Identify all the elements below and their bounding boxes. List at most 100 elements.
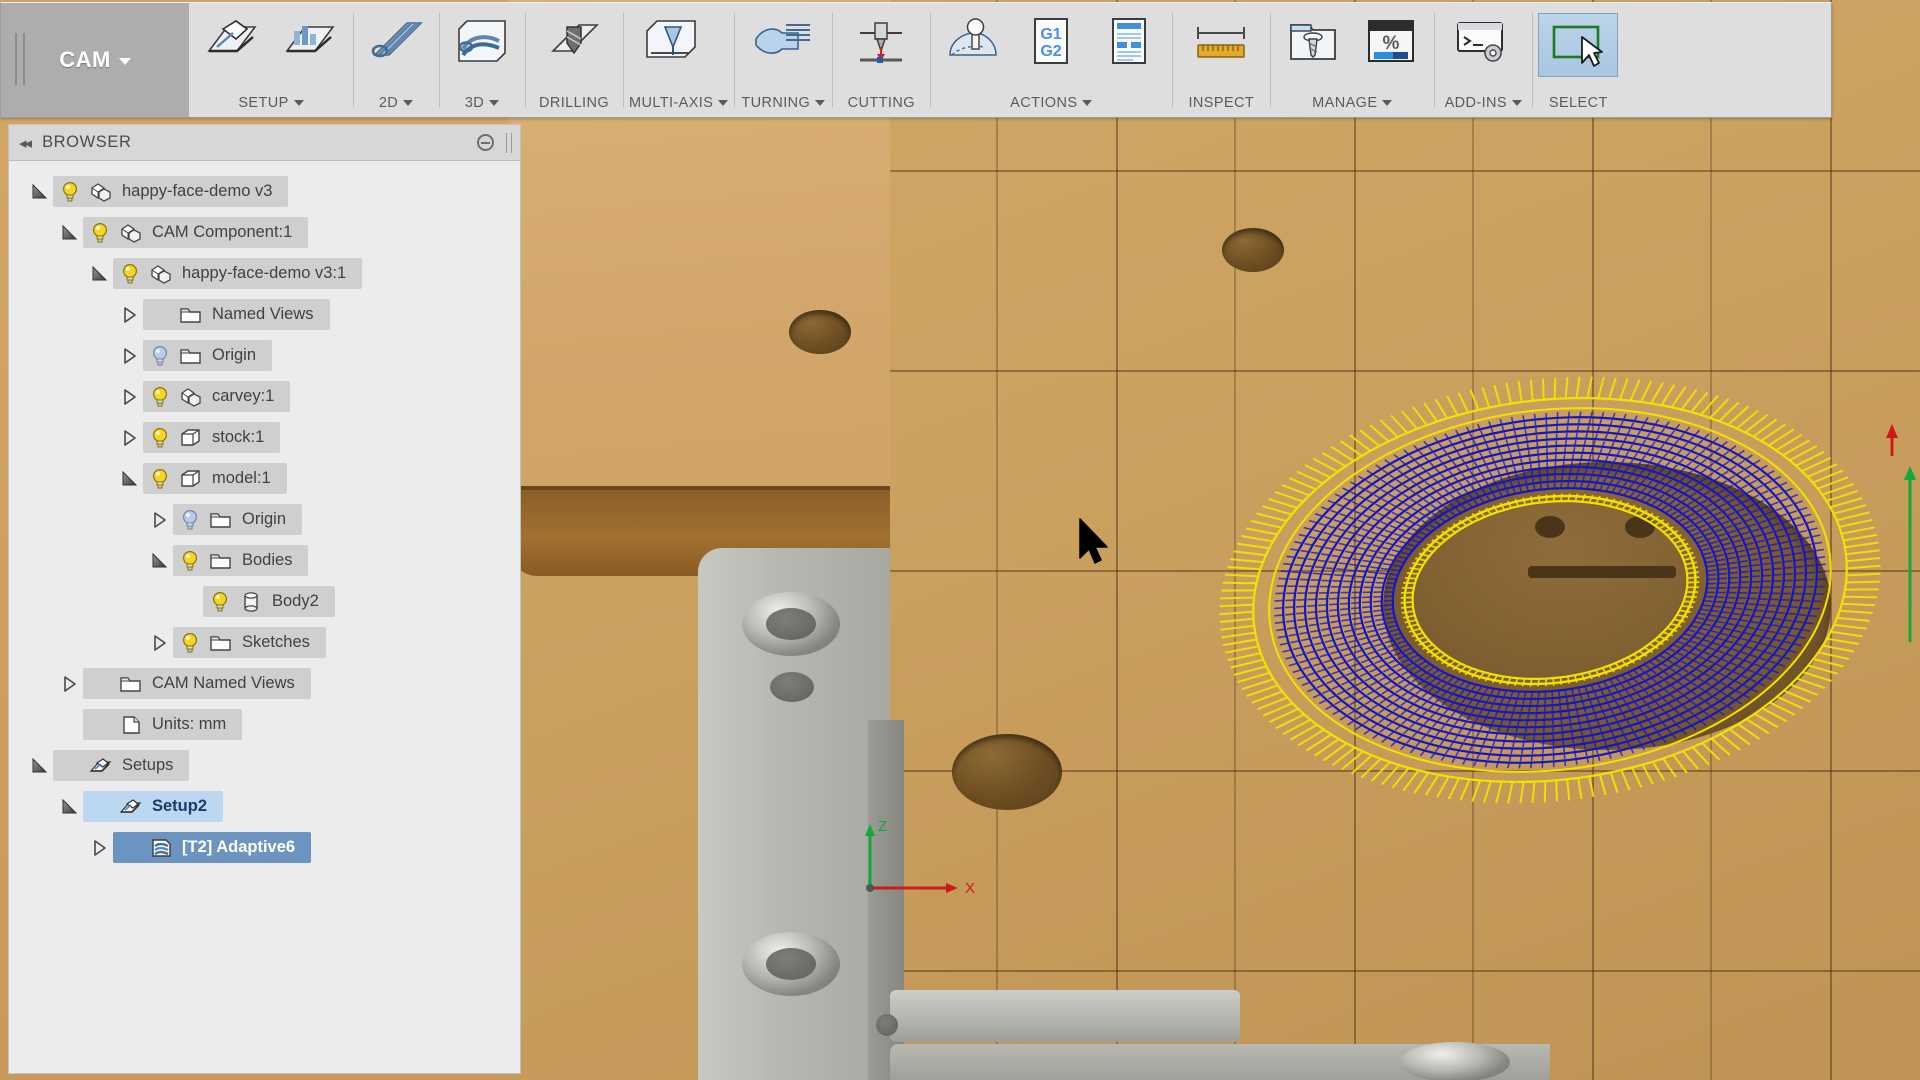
- tree-node[interactable]: CAM Named Views: [9, 663, 520, 704]
- toolbar-group-label: SELECT: [1538, 95, 1618, 113]
- select-tool-button[interactable]: [1538, 13, 1618, 77]
- tree-node-chip[interactable]: happy-face-demo v3:1: [113, 258, 362, 289]
- tree-node-chip[interactable]: Bodies: [173, 545, 308, 576]
- tree-node-chip[interactable]: CAM Component:1: [83, 217, 308, 248]
- turning-button[interactable]: [740, 9, 826, 65]
- cutting-button[interactable]: [838, 9, 924, 65]
- tree-node-chip-selected[interactable]: [T2] Adaptive6: [113, 832, 311, 863]
- tool-library-button[interactable]: [1276, 9, 1350, 65]
- tree-node-chip[interactable]: Setups: [53, 750, 189, 781]
- tree-node[interactable]: Setups: [9, 745, 520, 786]
- tree-node[interactable]: CAM Component:1: [9, 212, 520, 253]
- toolbar-group-label: INSPECT: [1178, 95, 1264, 113]
- drilling-button[interactable]: [531, 9, 617, 65]
- tree-node-chip[interactable]: Body2: [203, 586, 335, 617]
- tree-node[interactable]: model:1: [9, 458, 520, 499]
- fusion-cam-window: Z X CAM: [0, 0, 1920, 1080]
- tree-twisty-expanded-icon[interactable]: [57, 798, 83, 816]
- tree-twisty-collapsed-icon[interactable]: [147, 511, 173, 529]
- scripts-addins-button[interactable]: [1440, 9, 1526, 65]
- tree-twisty-expanded-icon[interactable]: [27, 757, 53, 775]
- tree-twisty-collapsed-icon[interactable]: [57, 675, 83, 693]
- 3d-toolpath-icon: [453, 17, 511, 65]
- collapse-left-icon[interactable]: ◂◂: [19, 134, 30, 152]
- light-bulb-on-icon[interactable]: [150, 386, 170, 408]
- tree-node[interactable]: Setup2: [9, 786, 520, 827]
- document-icon: [119, 714, 143, 736]
- light-bulb-on-icon[interactable]: [210, 591, 230, 613]
- tree-twisty-collapsed-icon[interactable]: [87, 839, 113, 857]
- tree-node-label: Origin: [242, 510, 286, 529]
- toolbar-group-cutting: CUTTING: [832, 3, 930, 117]
- tree-twisty-expanded-icon[interactable]: [87, 265, 113, 283]
- tree-node-chip[interactable]: Named Views: [143, 299, 330, 330]
- tree-node[interactable]: happy-face-demo v3: [9, 171, 520, 212]
- tree-twisty-collapsed-icon[interactable]: [117, 388, 143, 406]
- tree-node-label: CAM Component:1: [152, 223, 292, 242]
- tree-node-chip[interactable]: Origin: [173, 504, 302, 535]
- light-bulb-on-icon[interactable]: [120, 263, 140, 285]
- toolbar-group-multi-axis: MULTI-AXIS: [623, 3, 734, 117]
- tree-twisty-expanded-icon[interactable]: [147, 552, 173, 570]
- tree-node-chip[interactable]: carvey:1: [143, 381, 290, 412]
- folder-icon: [209, 632, 233, 654]
- workspace-switcher[interactable]: CAM: [1, 3, 189, 117]
- tree-node-chip[interactable]: Units: mm: [83, 709, 242, 740]
- percent-glyph: %: [1383, 33, 1400, 54]
- tree-node[interactable]: Named Views: [9, 294, 520, 335]
- tree-node[interactable]: Origin: [9, 499, 520, 540]
- tree-twisty-collapsed-icon[interactable]: [117, 347, 143, 365]
- tree-node-label: Setup2: [152, 797, 207, 816]
- new-folder-button[interactable]: [273, 9, 347, 65]
- tree-node[interactable]: stock:1: [9, 417, 520, 458]
- tree-twisty-collapsed-icon[interactable]: [147, 634, 173, 652]
- tree-twisty-expanded-icon[interactable]: [117, 470, 143, 488]
- light-bulb-on-icon[interactable]: [60, 181, 80, 203]
- chevron-down-icon: [1382, 100, 1392, 106]
- tree-node[interactable]: Body2: [9, 581, 520, 622]
- tree-node[interactable]: carvey:1: [9, 376, 520, 417]
- browser-options-icon[interactable]: [477, 134, 494, 151]
- toolpath-operation-icon: [149, 837, 173, 859]
- light-bulb-on-icon[interactable]: [150, 468, 170, 490]
- tree-twisty-expanded-icon[interactable]: [27, 183, 53, 201]
- 3d-toolpath-button[interactable]: [445, 9, 519, 65]
- tree-node[interactable]: Units: mm: [9, 704, 520, 745]
- light-bulb-on-icon[interactable]: [150, 427, 170, 449]
- tree-twisty-expanded-icon[interactable]: [57, 224, 83, 242]
- tree-node-chip-selected[interactable]: Setup2: [83, 791, 223, 822]
- 2d-toolpath-button[interactable]: [359, 9, 433, 65]
- tree-node-chip[interactable]: Origin: [143, 340, 272, 371]
- measure-button[interactable]: [1178, 9, 1264, 65]
- toolbar-group-label: SETUP: [195, 95, 347, 113]
- light-bulb-off-icon[interactable]: [150, 345, 170, 367]
- folder-icon: [179, 345, 203, 367]
- new-setup-button[interactable]: [195, 9, 269, 65]
- machining-time-button[interactable]: %: [1354, 9, 1428, 65]
- tree-node-chip[interactable]: stock:1: [143, 422, 280, 453]
- fixture-arm-hole: [1400, 1042, 1510, 1080]
- tree-node-chip[interactable]: happy-face-demo v3: [53, 176, 288, 207]
- tree-twisty-collapsed-icon[interactable]: [117, 306, 143, 324]
- tree-node-chip[interactable]: model:1: [143, 463, 287, 494]
- toolbar-group-label: MULTI-AXIS: [629, 95, 728, 113]
- tree-twisty-collapsed-icon[interactable]: [117, 429, 143, 447]
- tree-node[interactable]: Origin: [9, 335, 520, 376]
- simulate-button[interactable]: [936, 9, 1010, 65]
- browser-resize-grip[interactable]: [506, 133, 512, 153]
- post-icon-line2: G2: [1041, 43, 1062, 60]
- tree-node-label: Body2: [272, 592, 319, 611]
- light-bulb-off-icon[interactable]: [180, 509, 200, 531]
- light-bulb-on-icon[interactable]: [90, 222, 110, 244]
- post-process-button[interactable]: G1 G2: [1014, 9, 1088, 65]
- tree-node[interactable]: [T2] Adaptive6: [9, 827, 520, 868]
- tree-node-chip[interactable]: Sketches: [173, 627, 326, 658]
- light-bulb-on-icon[interactable]: [180, 632, 200, 654]
- multi-axis-button[interactable]: [629, 9, 715, 65]
- setup-sheet-button[interactable]: [1092, 9, 1166, 65]
- light-bulb-on-icon[interactable]: [180, 550, 200, 572]
- tree-node[interactable]: Bodies: [9, 540, 520, 581]
- tree-node[interactable]: happy-face-demo v3:1: [9, 253, 520, 294]
- tree-node[interactable]: Sketches: [9, 622, 520, 663]
- tree-node-chip[interactable]: CAM Named Views: [83, 668, 311, 699]
